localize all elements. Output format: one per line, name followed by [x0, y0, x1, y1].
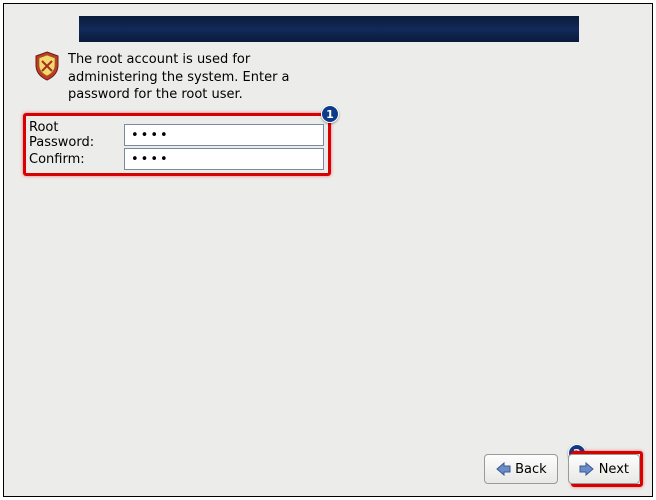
root-password-row: Root Password: [29, 120, 324, 150]
confirm-password-row: Confirm: [29, 148, 324, 170]
next-button[interactable]: Next [568, 454, 640, 484]
intro-text: The root account is used for administeri… [68, 51, 298, 104]
confirm-password-input[interactable] [124, 148, 324, 170]
header-banner [79, 16, 579, 42]
root-password-label: Root Password: [29, 120, 124, 150]
next-button-label: Next [599, 462, 629, 477]
arrow-left-icon [495, 462, 511, 476]
footer-buttons: Back Next [4, 454, 652, 484]
callout-badge-1: 1 [321, 105, 339, 123]
confirm-password-label: Confirm: [29, 152, 124, 167]
intro-block: The root account is used for administeri… [34, 51, 298, 104]
arrow-right-icon [579, 462, 595, 476]
installer-window: The root account is used for administeri… [3, 3, 653, 497]
root-password-input[interactable] [124, 124, 324, 146]
shield-icon [34, 51, 60, 81]
back-button[interactable]: Back [484, 454, 558, 484]
back-button-label: Back [515, 462, 547, 477]
